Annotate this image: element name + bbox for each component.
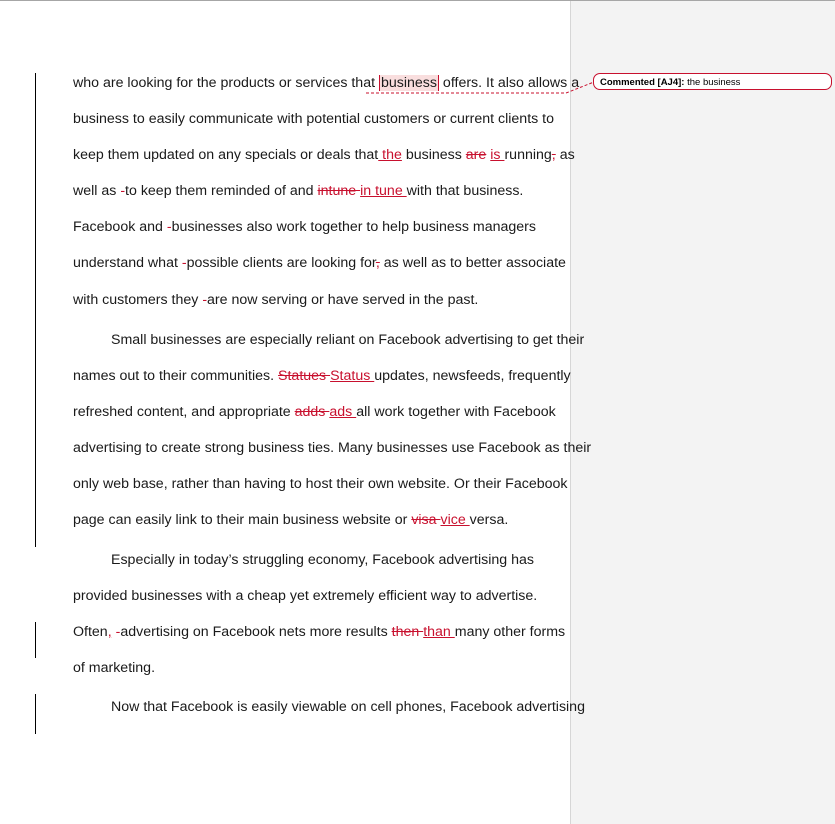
text-run: business to easily communicate with pote… (73, 111, 555, 127)
tracked-deletion: are (465, 147, 487, 163)
text-run: Small businesses are especially reliant … (111, 332, 585, 348)
text-line: only web base, rather than having to hos… (73, 474, 567, 494)
text-line: understand what -possible clients are lo… (73, 253, 566, 273)
tracked-deletion: intune (317, 183, 361, 199)
comment-author-tag: Commented [AJ4]: (600, 77, 685, 88)
text-run: Often (73, 624, 108, 640)
text-run: understand what (73, 255, 182, 271)
text-run: who are looking for the products or serv… (73, 75, 379, 91)
change-bar (35, 694, 36, 734)
text-run: page can easily link to their main busin… (73, 512, 412, 528)
text-run: running (504, 147, 552, 163)
text-line: well as -to keep them reminded of and in… (73, 181, 523, 201)
text-run: Especially in today’s struggling economy… (111, 552, 534, 568)
text-run: all work together with Facebook (356, 404, 556, 420)
text-run: Now that Facebook is easily viewable on … (111, 699, 585, 715)
text-line: of marketing. (73, 658, 155, 678)
tracked-insertion: Status (330, 368, 375, 384)
text-run: only web base, rather than having to hos… (73, 476, 568, 492)
change-bar (35, 622, 36, 658)
text-run: advertising to create strong business ti… (73, 440, 592, 456)
text-run: offers. It also allows a (438, 75, 580, 91)
comment-text: the business (684, 77, 741, 88)
text-run: names out to their communities. (73, 368, 279, 384)
tracked-insertion: the (378, 147, 402, 163)
text-run: with that business. (406, 183, 524, 199)
tracked-deletion: then (391, 624, 424, 640)
text-line: keep them updated on any specials or dea… (73, 145, 575, 165)
tracked-deletion: Statues (278, 368, 331, 384)
comment-anchor[interactable]: business (378, 75, 439, 91)
text-run: possible clients are looking for (186, 255, 376, 271)
text-run: to keep them reminded of and (125, 183, 318, 199)
text-line: Small businesses are especially reliant … (111, 330, 584, 350)
text-line: who are looking for the products or serv… (73, 73, 579, 93)
text-run: as (555, 147, 575, 163)
text-run: many other forms (454, 624, 566, 640)
text-line: provided businesses with a cheap yet ext… (73, 586, 537, 606)
text-line: business to easily communicate with pote… (73, 109, 554, 129)
text-line: names out to their communities. Statues … (73, 366, 571, 386)
text-line: refreshed content, and appropriate adds … (73, 402, 556, 422)
text-run: as well as to better associate (379, 255, 566, 271)
comment-balloon[interactable]: Commented [AJ4]: the business (593, 73, 832, 90)
tracked-insertion: ads (329, 404, 357, 420)
text-line: Facebook and -businesses also work toget… (73, 217, 536, 237)
markup-pane (571, 1, 835, 824)
text-line: Often, -advertising on Facebook nets mor… (73, 622, 565, 642)
text-run: business (401, 147, 466, 163)
tracked-insertion: than (423, 624, 455, 640)
text-run: Facebook and (73, 219, 167, 235)
text-run: with customers they (73, 292, 203, 308)
text-run: updates, newsfeeds, frequently (374, 368, 571, 384)
text-run: versa. (469, 512, 509, 528)
text-line: page can easily link to their main busin… (73, 510, 508, 530)
text-line: with customers they -are now serving or … (73, 290, 478, 310)
text-run: advertising on Facebook nets more result… (120, 624, 392, 640)
text-line: advertising to create strong business ti… (73, 438, 591, 458)
text-run: provided businesses with a cheap yet ext… (73, 588, 538, 604)
tracked-deletion: adds (294, 404, 330, 420)
text-run: of marketing. (73, 660, 156, 676)
tracked-deletion: visa (411, 512, 441, 528)
tracked-insertion: in tune (360, 183, 407, 199)
text-line: Especially in today’s struggling economy… (111, 550, 534, 570)
tracked-insertion: is (490, 147, 505, 163)
text-run: businesses also work together to help bu… (171, 219, 536, 235)
text-run: keep them updated on any specials or dea… (73, 147, 379, 163)
text-line: Now that Facebook is easily viewable on … (111, 697, 585, 717)
text-run: well as (73, 183, 121, 199)
text-run: refreshed content, and appropriate (73, 404, 295, 420)
change-bar (35, 73, 36, 547)
tracked-insertion: vice (440, 512, 470, 528)
text-run: are now serving or have served in the pa… (207, 292, 479, 308)
